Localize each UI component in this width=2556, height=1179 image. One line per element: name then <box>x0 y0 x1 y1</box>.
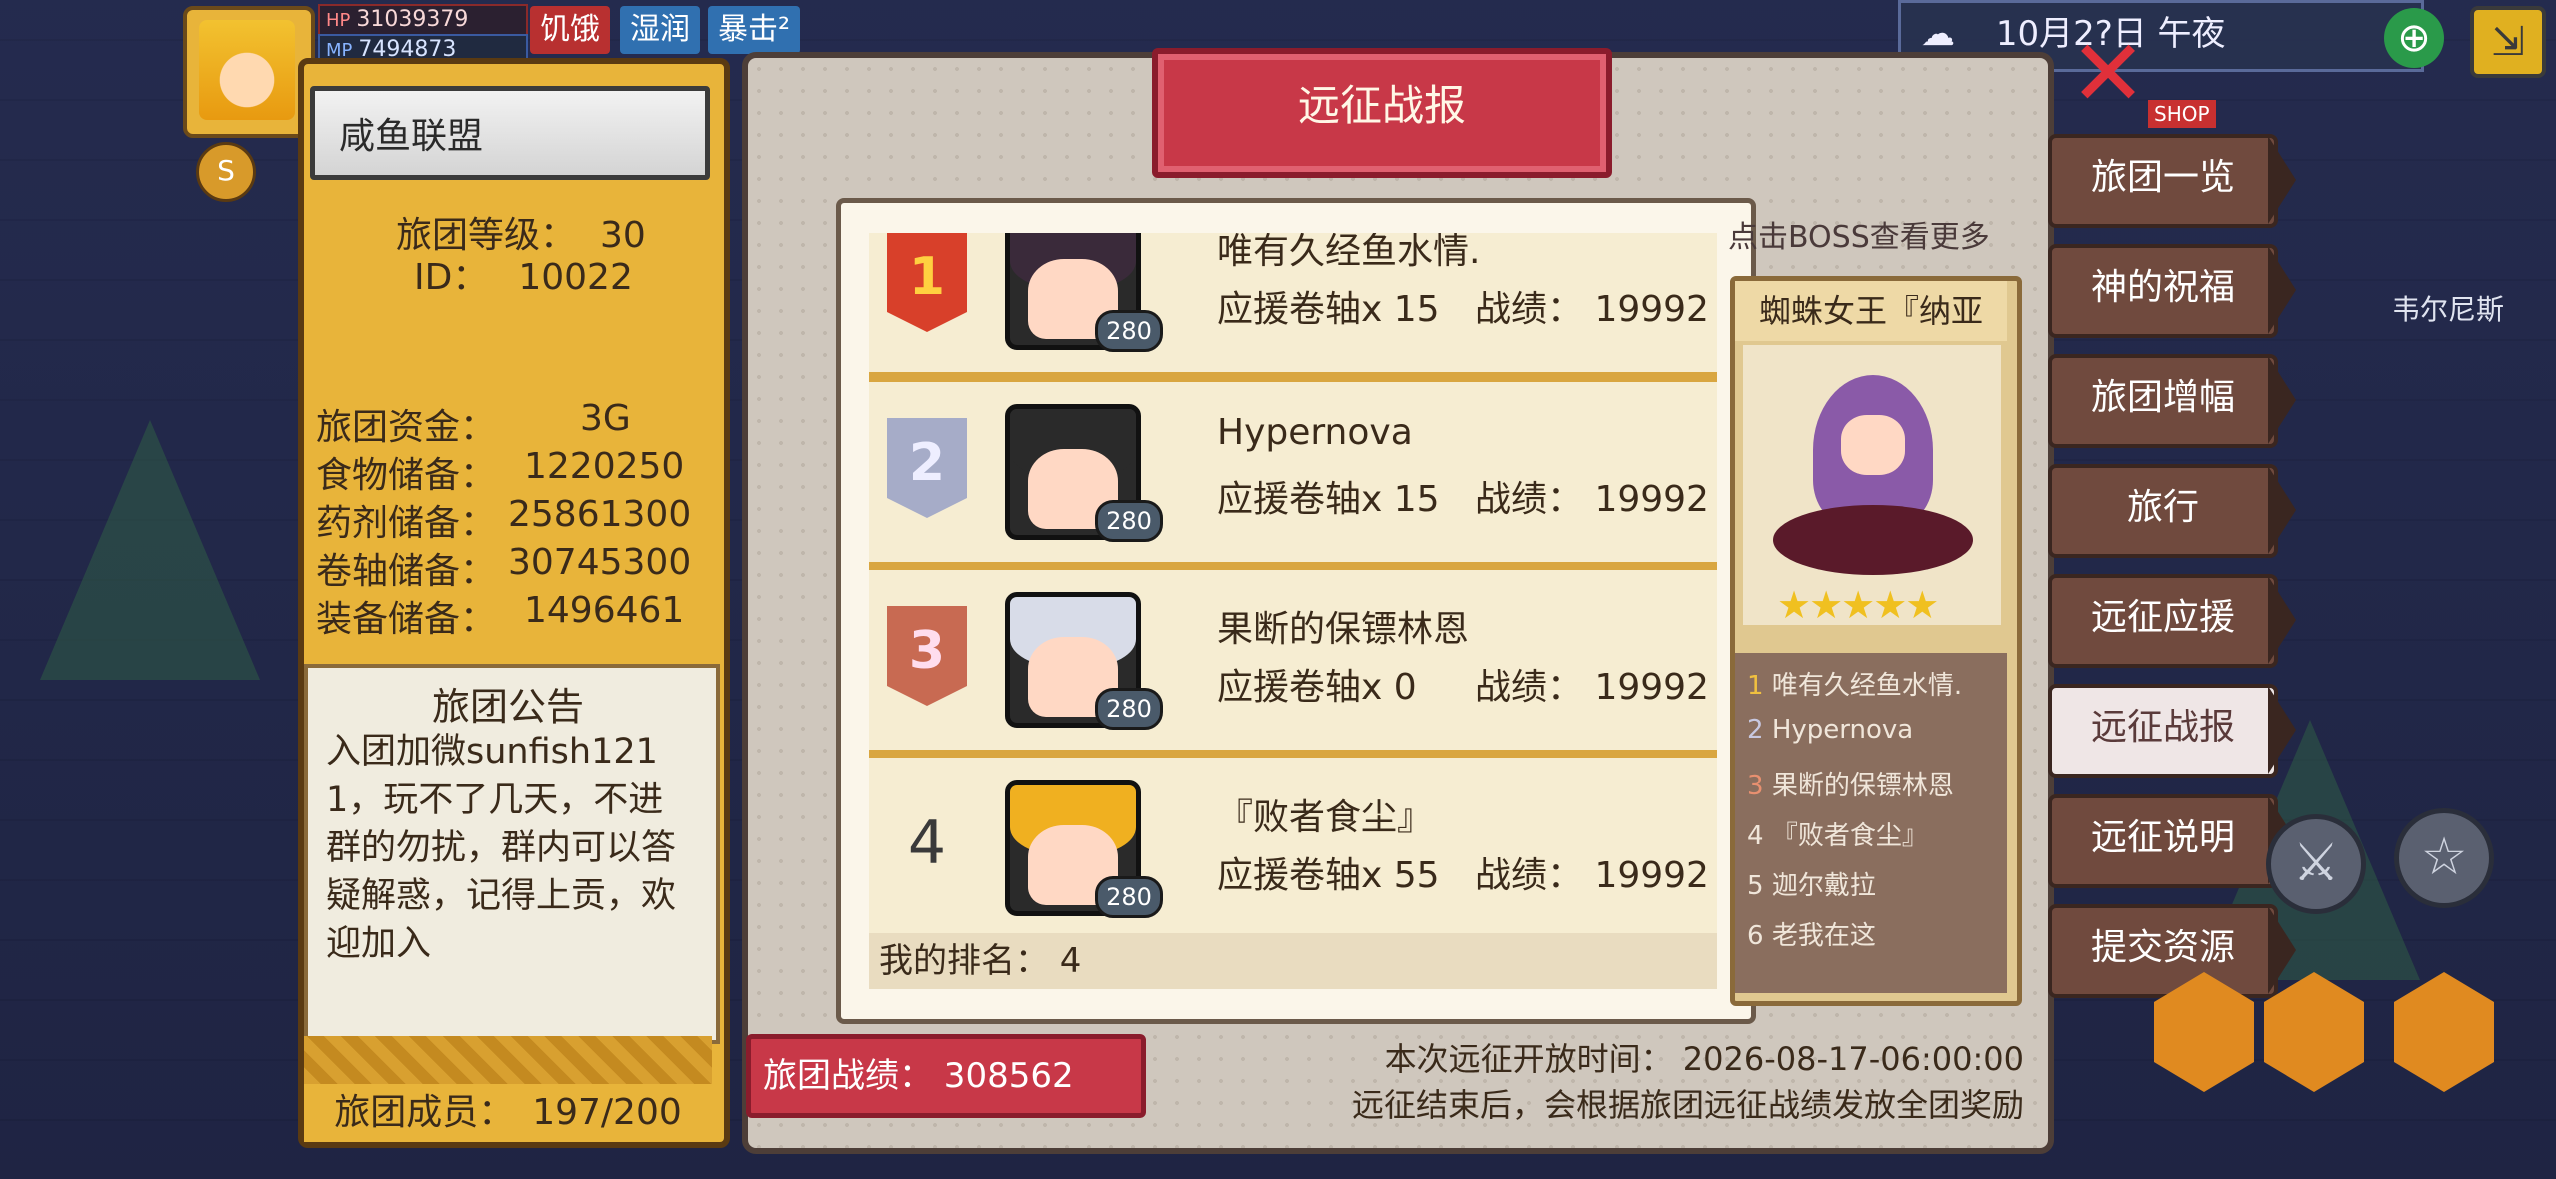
close-icon[interactable]: ✕ <box>2068 28 2148 120</box>
boss-list-item: 2 Hypernova <box>1747 715 1914 745</box>
potion-label: 药剂储备： <box>316 503 497 544</box>
guild-info-panel: 咸鱼联盟 旅团等级： 30 ID： 10022 旅团资金： 3G 食物储备： 122… <box>298 58 730 1148</box>
notice-title: 旅团公告 <box>431 685 584 729</box>
boss-list-item: 5 迦尔戴拉 <box>1747 871 1876 901</box>
minimize-icon[interactable]: ⇲ <box>2470 6 2546 78</box>
menu-arrow <box>2268 466 2296 554</box>
player-score: 战绩： 19992 <box>1475 479 1709 520</box>
food-value: 1220250 <box>524 446 685 487</box>
status-wet: 湿润 <box>620 6 700 54</box>
ranking-row[interactable]: 4 280 『败者食尘』 应援卷轴x 55 战绩： 19992 <box>869 753 1717 943</box>
scroll-value: 30745300 <box>508 542 692 583</box>
boss-ranking-list: 1 唯有久经鱼水情. 2 Hypernova 3 果断的保镖林恩 4 『败者食尘… <box>1735 653 2007 993</box>
globe-icon[interactable]: ⊕ <box>2384 8 2444 68</box>
menu-travel[interactable]: 旅行 <box>2048 464 2278 558</box>
boss-name: 蜘蛛女王『纳亚 <box>1735 281 2007 341</box>
guild-id: ID： 10022 <box>414 257 633 298</box>
level-badge: 280 <box>1095 688 1163 730</box>
guild-members: 旅团成员： 197/200 <box>304 1084 712 1142</box>
guild-name: 咸鱼联盟 <box>339 116 484 157</box>
rank-badge-silver: 2 <box>887 418 967 518</box>
boss-card[interactable]: 蜘蛛女王『纳亚 ★★★★★ 1 唯有久经鱼水情. 2 Hypernova 3 果… <box>1730 276 2022 1006</box>
scroll-label: 卷轴储备： <box>316 551 497 592</box>
shop-label: SHOP <box>2148 100 2216 128</box>
status-hungry: 饥饿 <box>530 6 610 54</box>
potion-value: 25861300 <box>508 494 692 535</box>
star-icon[interactable]: ☆ <box>2394 808 2494 908</box>
boss-portrait[interactable]: ★★★★★ <box>1743 345 2001 627</box>
menu-arrow <box>2268 906 2296 994</box>
menu-guild-overview[interactable]: 旅团一览 <box>2048 134 2278 228</box>
guild-name-tag: 咸鱼联盟 <box>310 86 710 180</box>
ranking-card: 1 280 唯有久经鱼水情. 应援卷轴x 15 战绩： 19992 2 280 … <box>836 198 1756 1024</box>
guild-funds-label: 旅团资金： <box>316 407 497 448</box>
player-score: 战绩： 19992 <box>1475 667 1709 708</box>
rank-number: 4 <box>907 808 947 878</box>
weather-icon: ☁ <box>1921 14 1955 54</box>
boss-list-item: 3 果断的保镖林恩 <box>1747 771 1954 801</box>
player-name: Hypernova <box>1217 412 1413 453</box>
ranking-row[interactable]: 3 280 果断的保镖林恩 应援卷轴x 0 战绩： 19992 <box>869 565 1717 755</box>
guild-score: 旅团战绩： 308562 <box>746 1034 1146 1118</box>
menu-arrow <box>2268 246 2296 334</box>
menu-arrow <box>2268 356 2296 444</box>
player-score: 战绩： 19992 <box>1475 855 1709 896</box>
rank-badge-bronze: 3 <box>887 606 967 706</box>
equip-label: 装备储备： <box>316 599 497 640</box>
food-label: 食物储备： <box>316 455 497 496</box>
expedition-open-time: 本次远征开放时间： 2026-08-17-06:00:00 <box>1384 1040 2024 1078</box>
menu-arrow <box>2268 686 2296 774</box>
menu-expedition-info[interactable]: 远征说明 <box>2048 794 2278 888</box>
my-rank: 我的排名： 4 <box>869 933 1717 989</box>
level-badge: 280 <box>1095 500 1163 542</box>
support-scroll: 应援卷轴x 55 <box>1217 855 1440 896</box>
ranking-row[interactable]: 2 280 Hypernova 应援卷轴x 15 战绩： 19992 <box>869 377 1717 567</box>
star-rating-icon: ★★★★★ <box>1777 583 1939 627</box>
boss-list-item: 1 唯有久经鱼水情. <box>1747 671 1963 701</box>
player-avatar[interactable] <box>183 6 315 138</box>
boss-hint: 点击BOSS查看更多 <box>1728 220 1990 255</box>
town-label: 韦尔尼斯 <box>2392 293 2505 326</box>
equip-value: 1496461 <box>524 590 685 631</box>
panel-title: 远征战报 <box>1152 48 1612 178</box>
panel-divider <box>304 1036 712 1084</box>
rank-badge-gold: 1 <box>887 233 967 332</box>
hp-bar: HP 31039379 <box>318 4 528 36</box>
player-name: 『败者食尘』 <box>1217 797 1434 838</box>
guild-funds-value: 3G <box>580 398 631 439</box>
menu-expedition-support[interactable]: 远征应援 <box>2048 574 2278 668</box>
support-scroll: 应援卷轴x 15 <box>1217 289 1440 330</box>
menu-god-blessing[interactable]: 神的祝福 <box>2048 244 2278 338</box>
notice-text: 入团加微sunfish1211，玩不了几天，不进群的勿扰，群内可以答疑解惑，记得… <box>326 732 677 964</box>
boss-list-item: 6 老我在这 <box>1747 921 1876 951</box>
hp-value: 31039379 <box>356 7 469 32</box>
menu-submit-resources[interactable]: 提交资源 <box>2048 904 2278 998</box>
menu-expedition-report[interactable]: 远征战报 <box>2048 684 2278 778</box>
menu-arrow <box>2268 136 2296 224</box>
player-name: 唯有久经鱼水情. <box>1217 233 1481 272</box>
boss-list-item: 4 『败者食尘』 <box>1747 821 1928 851</box>
support-scroll: 应援卷轴x 15 <box>1217 479 1440 520</box>
skill-icon[interactable]: ⚔ <box>2266 814 2366 914</box>
support-scroll: 应援卷轴x 0 <box>1217 667 1417 708</box>
ranking-list[interactable]: 1 280 唯有久经鱼水情. 应援卷轴x 15 战绩： 19992 2 280 … <box>869 233 1717 953</box>
ranking-row[interactable]: 1 280 唯有久经鱼水情. 应援卷轴x 15 战绩： 19992 <box>869 233 1717 377</box>
background-tree <box>40 420 260 680</box>
guild-notice: 旅团公告 入团加微sunfish1211，玩不了几天，不进群的勿扰，群内可以答疑… <box>304 664 720 1044</box>
level-badge: 280 <box>1095 876 1163 918</box>
menu-guild-boost[interactable]: 旅团增幅 <box>2048 354 2278 448</box>
avatar-face <box>199 20 295 120</box>
menu-arrow <box>2268 576 2296 664</box>
player-score: 战绩： 19992 <box>1475 289 1709 330</box>
reward-note: 远征结束后，会根据旅团远征战绩发放全团奖励 <box>1351 1086 2024 1124</box>
level-badge: 280 <box>1095 310 1163 352</box>
status-crit: 暴击² <box>708 6 801 54</box>
guild-emblem-icon[interactable]: S <box>196 142 256 202</box>
player-name: 果断的保镖林恩 <box>1217 609 1470 650</box>
